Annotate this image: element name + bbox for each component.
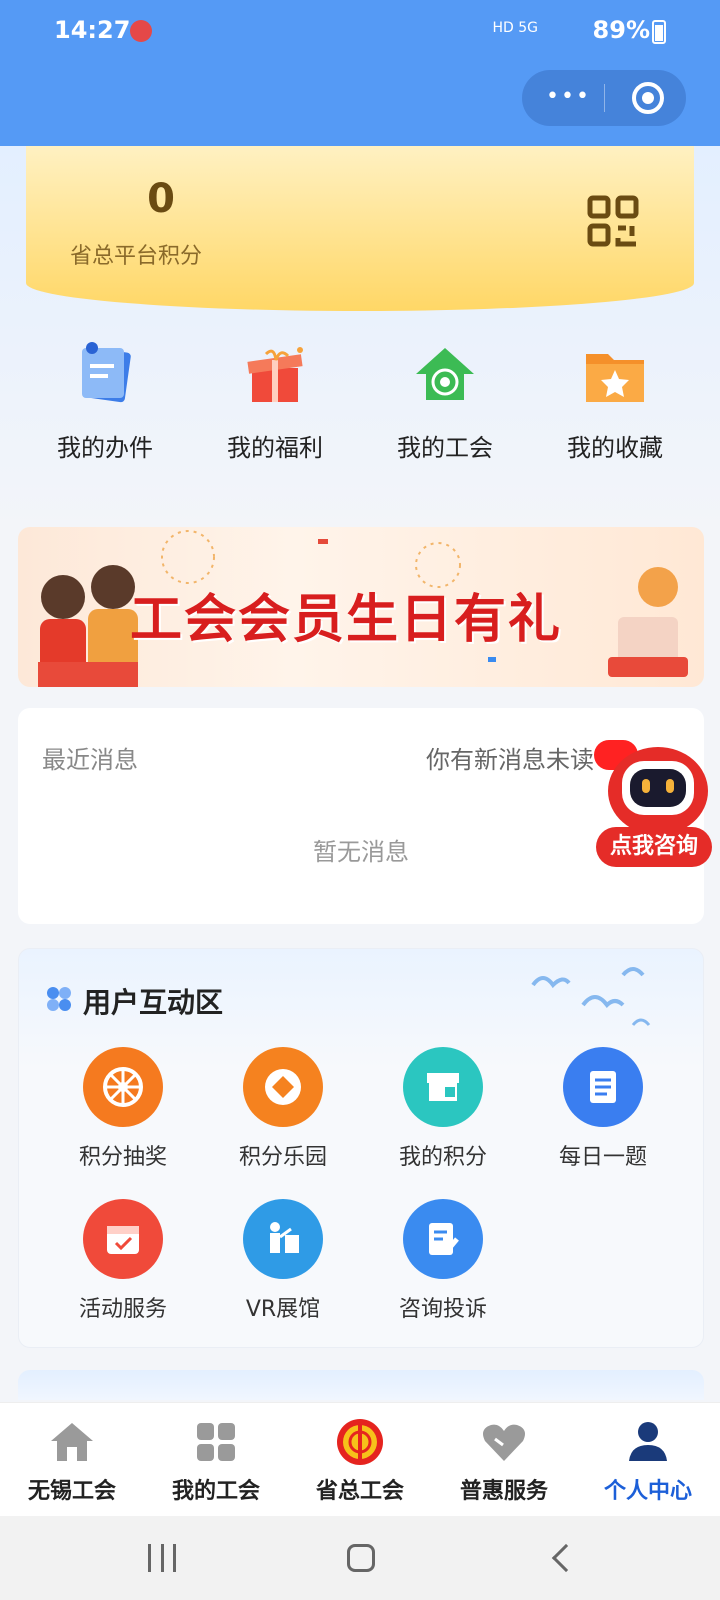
document-icon <box>82 342 131 403</box>
carrier-icon <box>130 20 152 42</box>
checklist-icon <box>563 1047 643 1127</box>
quick-item-label: 我的收藏 <box>567 434 663 462</box>
interaction-item-label: 积分乐园 <box>238 1145 327 1170</box>
capsule-divider <box>604 84 605 112</box>
battery-icon <box>652 20 666 44</box>
battery-percent: 89% <box>592 16 650 44</box>
mini-program-capsule: ••• <box>522 70 686 126</box>
quick-menu: 我的办件 我的福利 我的工会 我的收藏 <box>20 340 700 470</box>
gift-icon <box>247 347 303 402</box>
tab-label: 普惠服务 <box>459 1479 548 1504</box>
interaction-grid: 积分抽奖 积分乐园 我的积分 每日一题 活动服务 VR展馆 咨询投诉 <box>43 1047 683 1351</box>
tab-provincial-union[interactable]: 省总工会 <box>288 1403 432 1516</box>
grid-icon <box>197 1423 235 1461</box>
unread-notice[interactable]: 你有新消息未读 <box>426 740 594 775</box>
heart-icon <box>483 1424 525 1461</box>
points-value: 0 <box>147 176 175 222</box>
quick-item-label: 我的福利 <box>227 434 323 462</box>
tab-label: 无锡工会 <box>27 1479 116 1504</box>
tab-benefit-service[interactable]: 普惠服务 <box>432 1403 576 1516</box>
interaction-item-points-lottery[interactable]: 积分抽奖 <box>43 1047 203 1199</box>
status-time: 14:27 <box>54 16 131 44</box>
system-navigation-bar <box>0 1516 720 1600</box>
quick-item-label: 我的工会 <box>397 434 493 462</box>
calendar-check-icon <box>83 1199 163 1279</box>
tab-label: 我的工会 <box>171 1479 260 1504</box>
union-emblem-icon <box>337 1419 383 1465</box>
birthday-banner[interactable]: 工会会员生日有礼 <box>18 527 704 687</box>
lottery-wheel-icon <box>83 1047 163 1127</box>
home-button-icon[interactable] <box>347 1544 375 1572</box>
interaction-item-label: 每日一题 <box>558 1145 647 1170</box>
home-icon <box>51 1423 93 1461</box>
recent-apps-icon[interactable] <box>148 1544 176 1572</box>
tab-label: 省总工会 <box>315 1479 404 1504</box>
person-icon <box>629 1422 667 1461</box>
robot-icon <box>608 733 708 835</box>
interaction-zone-title: 用户互动区 <box>83 986 224 1019</box>
signal-icon: HD 5G <box>492 20 538 36</box>
quick-item-my-benefits[interactable]: 我的福利 <box>190 340 360 470</box>
points-card[interactable]: 0 省总平台积分 <box>26 146 694 311</box>
more-icon[interactable]: ••• <box>546 84 591 109</box>
interaction-item-points-park[interactable]: 积分乐园 <box>203 1047 363 1199</box>
interaction-item-daily-question[interactable]: 每日一题 <box>523 1047 683 1199</box>
messages-title: 最近消息 <box>42 746 138 774</box>
shop-icon <box>403 1047 483 1127</box>
quick-item-my-union[interactable]: 我的工会 <box>360 340 530 470</box>
banner-title: 工会会员生日有礼 <box>130 590 563 650</box>
interaction-item-label: 我的积分 <box>398 1145 487 1170</box>
assistant-label: 点我咨询 <box>596 827 712 867</box>
quick-item-my-cases[interactable]: 我的办件 <box>20 340 190 470</box>
interaction-item-my-points[interactable]: 我的积分 <box>363 1047 523 1199</box>
interaction-item-activity-service[interactable]: 活动服务 <box>43 1199 203 1351</box>
bottom-tab-bar: 无锡工会 我的工会 省总工会 普惠服务 个人中心 <box>0 1402 720 1516</box>
union-home-icon <box>416 348 474 400</box>
back-icon[interactable] <box>551 1543 581 1573</box>
edit-document-icon <box>403 1199 483 1279</box>
tab-personal-center[interactable]: 个人中心 <box>576 1403 720 1516</box>
interaction-item-vr-hall[interactable]: VR展馆 <box>203 1199 363 1351</box>
assistant-float-button[interactable]: 点我咨询 <box>596 733 712 867</box>
app-header: 14:27 HD 5G 89% ••• <box>0 0 720 146</box>
tab-label: 个人中心 <box>603 1479 692 1504</box>
qr-code-icon[interactable] <box>586 194 640 248</box>
clover-icon <box>47 987 71 1011</box>
next-section-card <box>18 1370 704 1400</box>
coin-icon <box>243 1047 323 1127</box>
interaction-item-label: VR展馆 <box>245 1297 321 1322</box>
tab-my-union[interactable]: 我的工会 <box>144 1403 288 1516</box>
interaction-item-consult-complaint[interactable]: 咨询投诉 <box>363 1199 523 1351</box>
interaction-zone: 用户互动区 积分抽奖 积分乐园 我的积分 每日一题 活动服务 VR展馆 咨询投诉 <box>18 948 704 1348</box>
tab-wuxi-union[interactable]: 无锡工会 <box>0 1403 144 1516</box>
quick-item-my-favorites[interactable]: 我的收藏 <box>530 340 700 470</box>
interaction-item-label: 积分抽奖 <box>78 1145 167 1170</box>
points-label: 省总平台积分 <box>70 244 203 269</box>
interaction-item-label: 咨询投诉 <box>398 1297 487 1322</box>
exhibition-guide-icon <box>243 1199 323 1279</box>
interaction-item-label: 活动服务 <box>78 1297 167 1322</box>
close-mini-program-icon[interactable] <box>632 82 664 114</box>
quick-item-label: 我的办件 <box>57 434 153 462</box>
birds-decoration <box>531 967 651 1026</box>
favorite-folder-icon <box>586 354 644 402</box>
